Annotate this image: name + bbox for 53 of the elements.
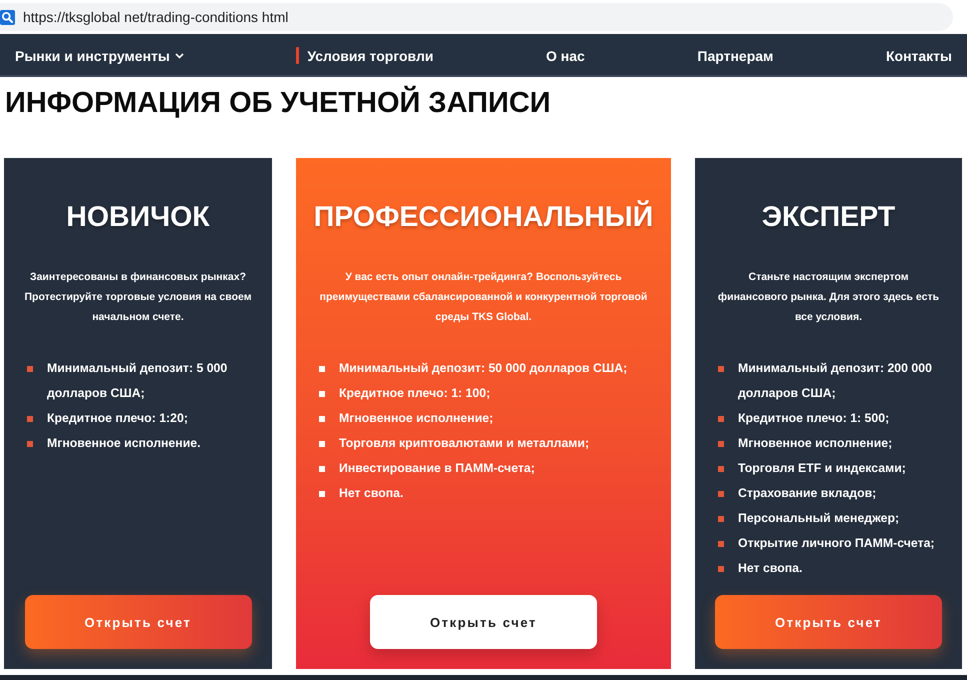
square-bullet-icon [718, 540, 724, 546]
plan-description: У вас есть опыт онлайн-трейдинга? Воспользуйтесь преимуществами сбалансированной и конкурентной торговой среды TKS Global. [318, 270, 648, 325]
plan-title: НОВИЧОК [66, 201, 210, 234]
square-bullet-icon [319, 490, 325, 496]
plan-title: ПРОФЕССИОНАЛЬНЫЙ [314, 201, 654, 234]
url-text: https://tksglobal net/trading-conditions html [23, 9, 288, 25]
plan-description: Заинтересованы в финансовых рынках? Протестируйте торговые условия на своем начальном счете. [24, 270, 252, 325]
active-indicator-icon [296, 47, 300, 64]
open-account-button[interactable]: Открыть счет [715, 595, 942, 649]
feature-text: Открытие личного ПАММ-счета; [738, 535, 935, 552]
feature-text: Нет свопа. [339, 485, 404, 502]
feature-text: Мгновенное исполнение; [339, 410, 494, 427]
page-heading: ИНФОРМАЦИЯ ОБ УЧЕТНОЙ ЗАПИСИ [5, 86, 551, 120]
feature-text: Минимальный депозит: 50 000 долларов США; [339, 360, 628, 377]
nav-link[interactable]: Контакты [886, 48, 952, 64]
square-bullet-icon [718, 440, 724, 446]
open-account-button[interactable]: Открыть счет [370, 595, 597, 649]
feature-text: Минимальный депозит: 5 000 долларов США; [47, 360, 228, 402]
square-bullet-icon [27, 416, 33, 422]
plan-description: Станьте настоящим экспертом финансового рынка. Для этого здесь есть все условия. [716, 270, 940, 325]
feature-text: Минимальный депозит: 200 000 долларов США; [738, 360, 933, 402]
search-icon [0, 10, 15, 24]
square-bullet-icon [27, 366, 33, 372]
square-bullet-icon [718, 566, 724, 572]
square-bullet-icon [718, 416, 724, 422]
address-bar[interactable]: https://tksglobal net/trading-conditions html [0, 3, 953, 31]
square-bullet-icon [319, 390, 325, 396]
open-account-button[interactable]: Открыть счет [24, 595, 252, 649]
feature-text: Кредитное плечо: 1: 500; [738, 410, 890, 427]
nav-link[interactable]: Условия торговли [296, 47, 434, 64]
square-bullet-icon [718, 516, 724, 522]
feature-text: Кредитное плечо: 1: 100; [339, 385, 490, 402]
square-bullet-icon [319, 416, 325, 422]
square-bullet-icon [319, 440, 325, 446]
nav-link[interactable]: Рынки и инструменты [15, 48, 184, 64]
square-bullet-icon [718, 366, 724, 372]
feature-text: Мгновенное исполнение; [738, 435, 892, 452]
feature-text: Нет свопа. [738, 560, 802, 577]
square-bullet-icon [718, 466, 724, 472]
feature-text: Страхование вкладов; [738, 485, 876, 502]
square-bullet-icon [319, 366, 325, 372]
feature-text: Торговля ETF и индексами; [738, 460, 906, 477]
feature-text: Торговля криптовалютами и металлами; [339, 435, 590, 452]
square-bullet-icon [319, 466, 325, 472]
plan-title: ЭКСПЕРТ [762, 201, 896, 234]
feature-text: Персональный менеджер; [738, 510, 900, 527]
square-bullet-icon [718, 490, 724, 496]
nav-link[interactable]: Партнерам [697, 48, 774, 64]
feature-text: Инвестирование в ПАММ-счета; [339, 460, 535, 477]
feature-text: Мгновенное исполнение. [47, 435, 201, 452]
nav-link[interactable]: О нас [546, 48, 585, 64]
feature-text: Кредитное плечо: 1:20; [47, 410, 188, 427]
square-bullet-icon [27, 440, 33, 446]
